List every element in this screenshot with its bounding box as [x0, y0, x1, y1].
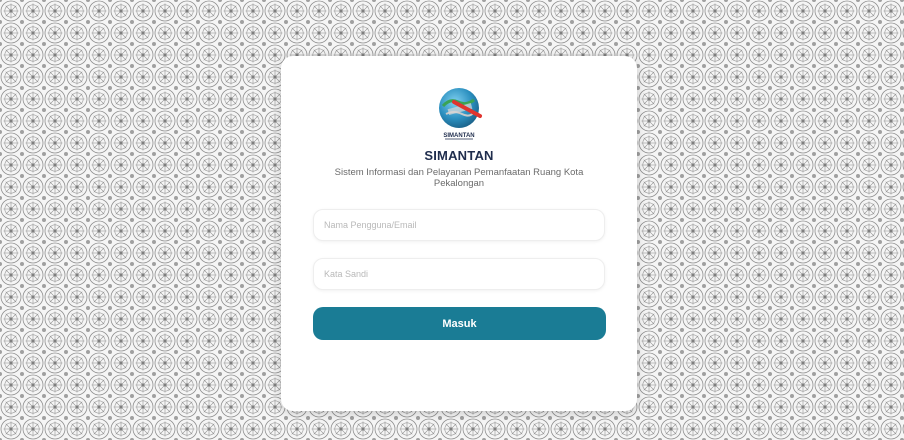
login-card: SIMANTAN SIMANTAN Sistem Informasi dan P… — [281, 56, 637, 411]
password-field — [313, 258, 605, 290]
svg-text:SIMANTAN: SIMANTAN — [443, 133, 474, 139]
login-button[interactable]: Masuk — [313, 307, 606, 340]
globe-logo-icon: SIMANTAN — [439, 88, 482, 140]
app-title: SIMANTAN — [424, 148, 494, 163]
password-input[interactable] — [314, 259, 604, 289]
username-field — [313, 209, 605, 241]
username-input[interactable] — [314, 210, 604, 240]
app-subtitle: Sistem Informasi dan Pelayanan Pemanfaat… — [334, 167, 584, 189]
